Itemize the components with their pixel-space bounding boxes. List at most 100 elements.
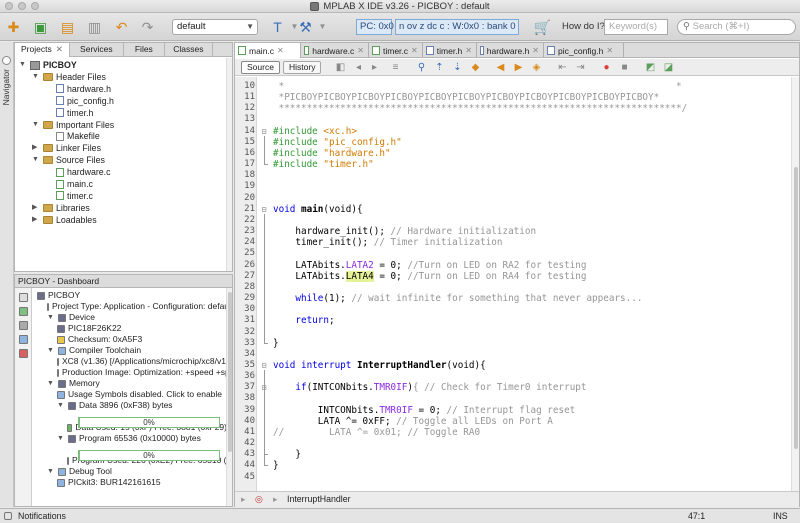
line-number[interactable]: 37 bbox=[235, 382, 255, 393]
line-number[interactable]: 30 bbox=[235, 304, 255, 315]
expanded-chevron-icon[interactable]: ▼ bbox=[32, 119, 40, 131]
line-number[interactable]: 45 bbox=[235, 472, 255, 483]
navigator-icon[interactable] bbox=[2, 56, 11, 65]
project-tree-item[interactable]: ▼ Important Files bbox=[32, 119, 114, 131]
start-macro-icon[interactable]: ● bbox=[601, 62, 612, 73]
close-icon[interactable]: ✕ bbox=[532, 44, 539, 58]
close-icon[interactable]: ✕ bbox=[411, 44, 418, 58]
line-number[interactable]: 28 bbox=[235, 282, 255, 293]
line-number[interactable]: 27 bbox=[235, 271, 255, 282]
find-next-icon[interactable]: ⇣ bbox=[452, 62, 463, 73]
forward-icon[interactable]: ▸ bbox=[369, 62, 380, 73]
close-icon[interactable]: ✕ bbox=[465, 44, 472, 58]
shift-left-icon[interactable]: ⇤ bbox=[557, 62, 568, 73]
dashboard-item[interactable]: Production Image: Optimization: +speed +… bbox=[57, 367, 227, 378]
project-tree-item[interactable]: Makefile bbox=[45, 130, 100, 142]
expanded-chevron-icon[interactable]: ▼ bbox=[47, 345, 55, 356]
close-icon[interactable]: ✕ bbox=[56, 44, 63, 54]
project-tree-item[interactable]: ▼ Source Files bbox=[32, 154, 105, 166]
line-number[interactable]: 38 bbox=[235, 393, 255, 404]
line-number[interactable]: 26 bbox=[235, 260, 255, 271]
line-number[interactable]: 13 bbox=[235, 114, 255, 125]
new-file-icon[interactable]: ✚ bbox=[4, 17, 23, 36]
project-tree-item[interactable]: timer.h bbox=[45, 107, 93, 119]
project-tree-item[interactable]: ▶ Loadables bbox=[32, 214, 97, 226]
line-number[interactable]: 14 bbox=[235, 126, 255, 137]
collapsed-chevron-icon[interactable]: ▶ bbox=[32, 202, 40, 214]
toggle-bookmark-icon[interactable]: ◈ bbox=[531, 62, 542, 73]
history-view-button[interactable]: History bbox=[283, 61, 322, 74]
line-number[interactable]: 31 bbox=[235, 315, 255, 326]
line-number[interactable]: 15 bbox=[235, 137, 255, 148]
line-number[interactable]: 21 bbox=[235, 204, 255, 215]
dashboard-item[interactable]: PICBOY bbox=[37, 290, 227, 301]
format-icon[interactable]: ≡ bbox=[390, 62, 401, 73]
comment-icon[interactable]: ◩ bbox=[645, 62, 656, 73]
collapsed-chevron-icon[interactable]: ▶ bbox=[32, 214, 40, 226]
expanded-chevron-icon[interactable]: ▼ bbox=[47, 378, 55, 389]
line-number[interactable]: 41 bbox=[235, 427, 255, 438]
line-number[interactable]: 10 bbox=[235, 81, 255, 92]
line-number[interactable]: 29 bbox=[235, 293, 255, 304]
redo-icon[interactable]: ↷ bbox=[138, 17, 157, 36]
dashboard-item[interactable]: Project Type: Application - Configuratio… bbox=[47, 301, 227, 312]
dashboard-item[interactable]: Usage Symbols disabled. Click to enable bbox=[57, 389, 227, 400]
project-tree-item[interactable]: ▶ Libraries bbox=[32, 202, 90, 214]
next-bookmark-icon[interactable]: ▶ bbox=[513, 62, 524, 73]
minimize-window-button[interactable] bbox=[18, 2, 26, 10]
configuration-select[interactable]: default ▼ bbox=[172, 19, 258, 35]
line-number[interactable]: 18 bbox=[235, 170, 255, 181]
keyword-input[interactable]: Keyword(s) bbox=[604, 19, 668, 35]
last-edit-icon[interactable]: ◧ bbox=[335, 62, 346, 73]
clean-menu-chevron-icon[interactable]: ▼ bbox=[313, 17, 332, 36]
line-number[interactable]: 11 bbox=[235, 92, 255, 103]
close-icon[interactable]: ✕ bbox=[277, 44, 284, 58]
dashboard-item[interactable]: ▼ Program 65536 (0x10000) bytes bbox=[57, 433, 227, 444]
toggle-highlight-icon[interactable]: ◆ bbox=[470, 62, 481, 73]
close-window-button[interactable] bbox=[5, 2, 13, 10]
editor-tab[interactable]: timer.h ✕ bbox=[423, 43, 477, 58]
line-number[interactable]: 42 bbox=[235, 438, 255, 449]
navigator-tab[interactable]: Navigator bbox=[1, 69, 13, 105]
collapsed-chevron-icon[interactable]: ▶ bbox=[32, 142, 40, 154]
close-icon[interactable]: ✕ bbox=[606, 44, 613, 58]
line-number[interactable]: 17 bbox=[235, 159, 255, 170]
project-tree-item[interactable]: ▼ PICBOY bbox=[19, 59, 77, 71]
line-number[interactable]: 34 bbox=[235, 349, 255, 360]
refresh-icon[interactable] bbox=[19, 307, 28, 316]
dashboard-scrollbar[interactable] bbox=[226, 288, 232, 506]
editor-tab[interactable]: main.c ✕ bbox=[235, 43, 301, 58]
zoom-window-button[interactable] bbox=[31, 2, 39, 10]
project-tree-item[interactable]: hardware.h bbox=[45, 83, 111, 95]
tab-projects[interactable]: Projects ✕ bbox=[15, 43, 70, 57]
expanded-chevron-icon[interactable]: ▼ bbox=[47, 312, 55, 323]
notifications-icon[interactable] bbox=[4, 512, 12, 520]
project-tree-scrollbar[interactable] bbox=[226, 58, 232, 271]
project-tree-item[interactable]: timer.c bbox=[45, 190, 93, 202]
project-tree-item[interactable]: hardware.c bbox=[45, 166, 111, 178]
expanded-chevron-icon[interactable]: ▼ bbox=[32, 71, 40, 83]
save-all-icon[interactable]: ▥ bbox=[85, 17, 104, 36]
uncomment-icon[interactable]: ◪ bbox=[663, 62, 674, 73]
line-number[interactable]: 39 bbox=[235, 405, 255, 416]
expanded-chevron-icon[interactable]: ▼ bbox=[47, 466, 55, 477]
undo-icon[interactable]: ↶ bbox=[112, 17, 131, 36]
shift-right-icon[interactable]: ⇥ bbox=[575, 62, 586, 73]
line-number[interactable]: 12 bbox=[235, 103, 255, 114]
line-number[interactable]: 23 bbox=[235, 226, 255, 237]
info-icon[interactable] bbox=[19, 335, 28, 344]
tab-files[interactable]: Files bbox=[124, 43, 165, 57]
stop-macro-icon[interactable]: ■ bbox=[619, 62, 630, 73]
pdf-icon[interactable] bbox=[19, 349, 28, 358]
expanded-chevron-icon[interactable]: ▼ bbox=[57, 400, 65, 411]
expanded-chevron-icon[interactable]: ▼ bbox=[57, 433, 65, 444]
dashboard-item[interactable]: XC8 (v1.36) [/Applications/microchip/xc8… bbox=[57, 356, 227, 367]
dashboard-item[interactable]: ▼ Compiler Toolchain bbox=[47, 345, 227, 356]
previous-bookmark-icon[interactable]: ◀ bbox=[495, 62, 506, 73]
line-number[interactable]: 16 bbox=[235, 148, 255, 159]
code-editor[interactable]: 10 11 12 13 14 15 16 17 18 19 20 21 22 23 24 25 26 27 28 29… bbox=[235, 77, 793, 491]
dashboard-item[interactable]: Checksum: 0xA5F3 bbox=[57, 334, 227, 345]
line-number[interactable]: 32 bbox=[235, 327, 255, 338]
global-search-input[interactable]: ⚲ Search (⌘+I) bbox=[677, 19, 796, 35]
breadcrumb-function[interactable]: InterruptHandler bbox=[287, 492, 351, 507]
